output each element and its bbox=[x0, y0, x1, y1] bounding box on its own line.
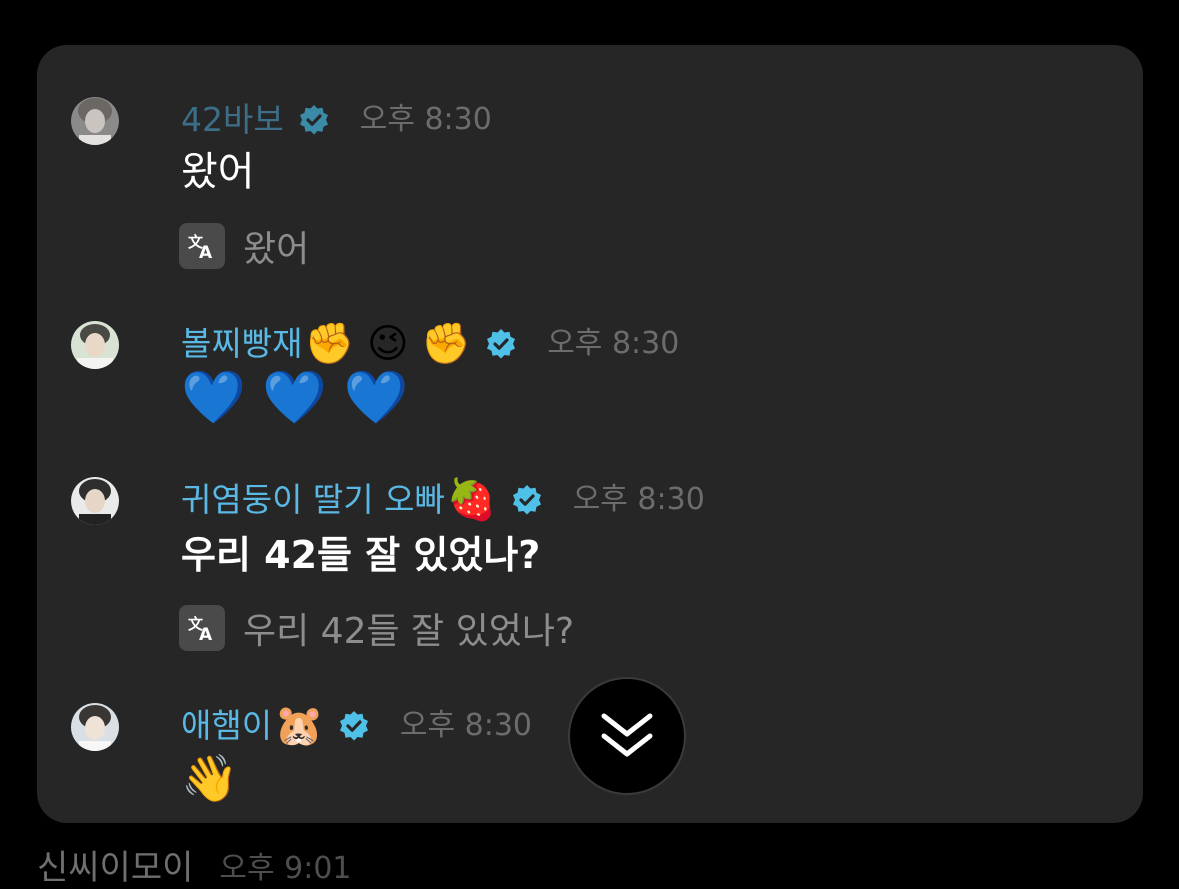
scroll-to-bottom-button[interactable] bbox=[568, 677, 686, 795]
sender-name[interactable]: 42바보 bbox=[181, 98, 284, 142]
message-text: 💙 💙 💙 bbox=[181, 368, 409, 428]
next-message-header: 신씨이모이 오후 9:01 bbox=[37, 840, 352, 889]
verified-badge-icon bbox=[338, 710, 370, 742]
message-text: 왔어 bbox=[181, 149, 255, 195]
message-text: 👋 bbox=[181, 751, 239, 805]
verified-badge-icon bbox=[511, 484, 543, 516]
translate-icon[interactable]: 文 A bbox=[179, 223, 225, 269]
name-emoji: ✊ 😉 ✊ bbox=[304, 321, 472, 367]
profile-photo-icon bbox=[71, 321, 119, 369]
translation-row: 文 A 우리 42들 잘 있었나? bbox=[179, 602, 574, 654]
profile-photo-icon bbox=[71, 97, 119, 145]
avatar[interactable] bbox=[71, 97, 119, 145]
message-thread-card: 42바보 오후 8:30 왔어 文 A 왔어 볼찌빵재 ✊ 😉 ✊ 오후 8:3… bbox=[37, 45, 1143, 823]
double-chevron-down-icon bbox=[601, 713, 653, 757]
message-time: 오후 9:01 bbox=[219, 850, 352, 886]
message-time: 오후 8:30 bbox=[359, 102, 492, 137]
message-time: 오후 8:30 bbox=[547, 326, 680, 361]
translation-text: 왔어 bbox=[243, 229, 310, 270]
name-emoji: 🍓 bbox=[446, 477, 497, 523]
message-time: 오후 8:30 bbox=[399, 708, 533, 743]
sender-name[interactable]: 애햄이 bbox=[181, 704, 272, 748]
avatar[interactable] bbox=[71, 477, 119, 525]
sender-name[interactable]: 볼찌빵재 bbox=[181, 322, 302, 366]
profile-photo-icon bbox=[71, 703, 119, 751]
translation-row: 文 A 왔어 bbox=[179, 220, 309, 272]
verified-badge-icon bbox=[298, 104, 330, 136]
message-header: 애햄이 🐹 오후 8:30 bbox=[181, 704, 532, 748]
verified-badge-icon bbox=[485, 328, 517, 360]
translation-text: 우리 42들 잘 있었나? bbox=[243, 611, 575, 652]
avatar[interactable] bbox=[71, 703, 119, 751]
profile-photo-icon bbox=[71, 477, 119, 525]
name-emoji: 🐹 bbox=[274, 703, 324, 749]
svg-text:A: A bbox=[199, 625, 213, 643]
message-text: 우리 42들 잘 있었나? bbox=[181, 533, 541, 577]
message-header: 볼찌빵재 ✊ 😉 ✊ 오후 8:30 bbox=[181, 322, 679, 366]
svg-text:A: A bbox=[199, 243, 213, 261]
sender-name[interactable]: 귀염둥이 딸기 오빠 bbox=[181, 478, 445, 522]
avatar[interactable] bbox=[71, 321, 119, 369]
message-time: 오후 8:30 bbox=[572, 482, 705, 517]
message-header: 42바보 오후 8:30 bbox=[181, 98, 492, 142]
message-header: 귀염둥이 딸기 오빠 🍓 오후 8:30 bbox=[181, 478, 705, 522]
sender-name[interactable]: 신씨이모이 bbox=[37, 840, 193, 889]
translate-icon[interactable]: 文 A bbox=[179, 605, 225, 651]
